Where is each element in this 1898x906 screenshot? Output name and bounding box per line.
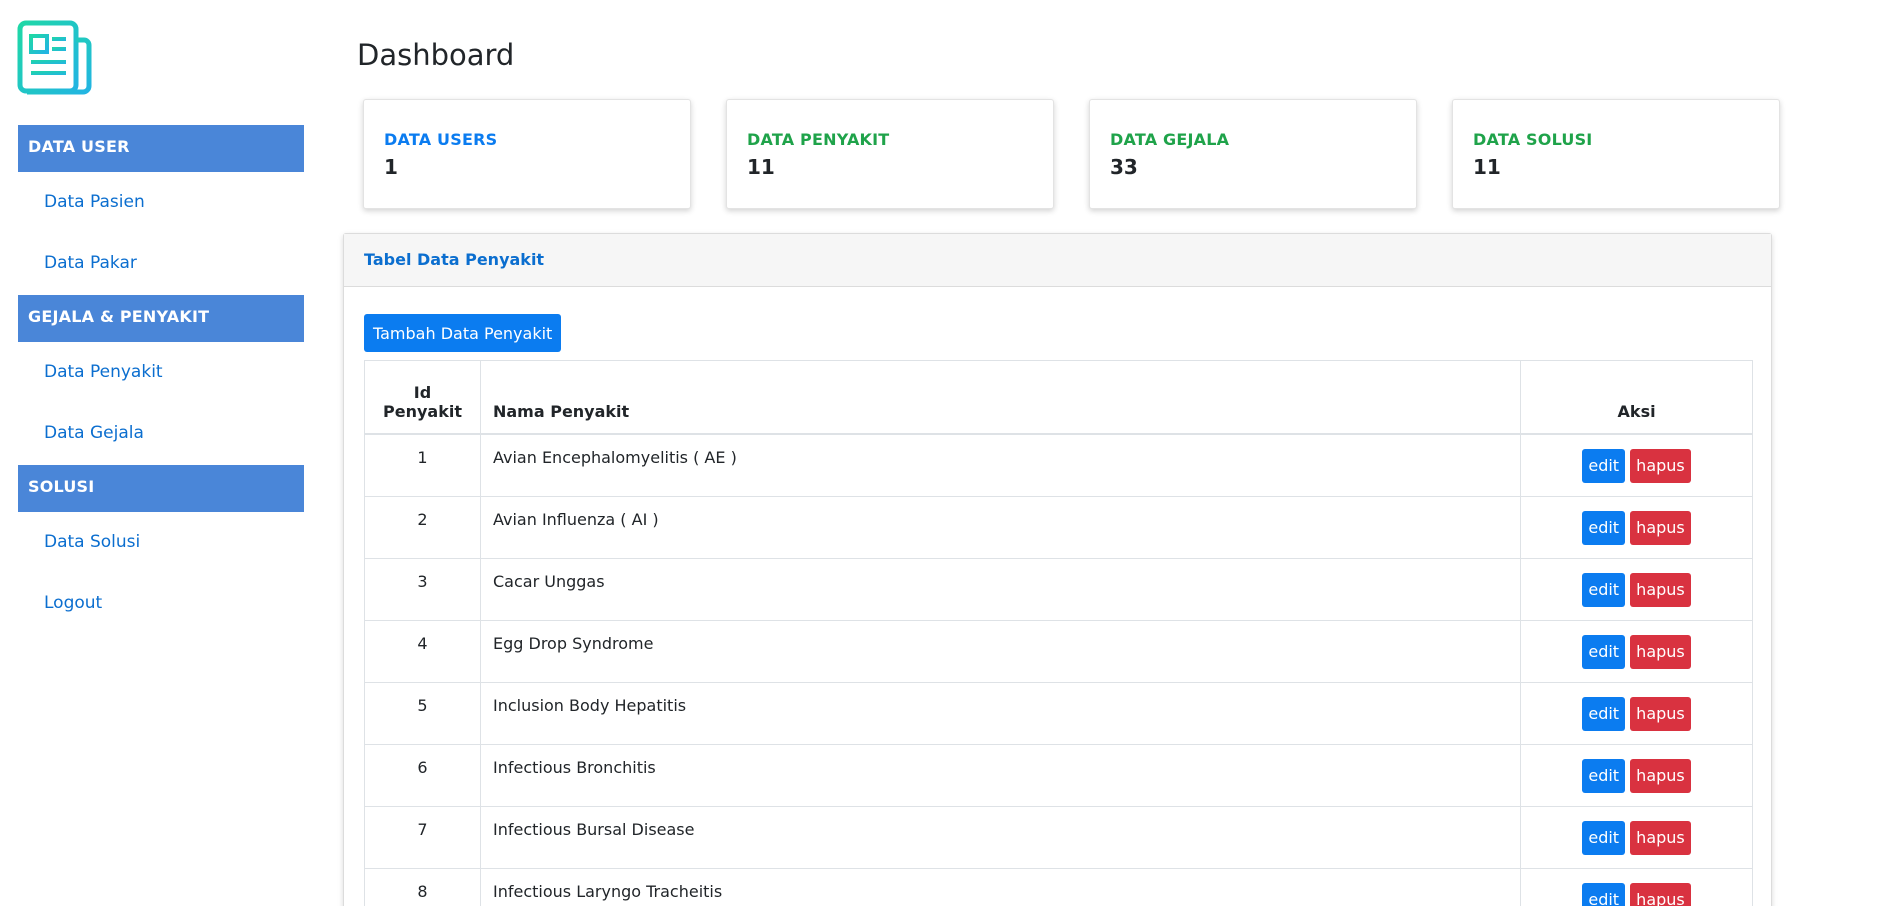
cell-id: 5 <box>364 681 481 745</box>
table-row: 5 Inclusion Body Hepatitis edit hapus <box>364 681 1753 745</box>
table-row: 3 Cacar Unggas edit hapus <box>364 557 1753 621</box>
table-row: 4 Egg Drop Syndrome edit hapus <box>364 619 1753 683</box>
cell-id: 3 <box>364 557 481 621</box>
table-row: 2 Avian Influenza ( AI ) edit hapus <box>364 495 1753 559</box>
panel-title: Tabel Data Penyakit <box>344 234 1771 287</box>
sidebar: DATA USER Data Pasien Data Pakar GEJALA … <box>0 0 320 906</box>
delete-button[interactable]: hapus <box>1630 758 1691 793</box>
column-header-aksi: Aksi <box>1520 360 1753 435</box>
cell-name: Egg Drop Syndrome <box>479 619 1522 683</box>
stat-card-data-solusi: DATA SOLUSI 11 <box>1452 99 1780 209</box>
cell-actions: edit hapus <box>1520 805 1753 869</box>
delete-button[interactable]: hapus <box>1630 820 1691 855</box>
table-row: 8 Infectious Laryngo Tracheitis edit hap… <box>364 867 1753 906</box>
delete-button[interactable]: hapus <box>1630 882 1691 906</box>
stat-label: DATA GEJALA <box>1110 130 1230 149</box>
sidebar-item-data-pakar[interactable]: Data Pakar <box>44 253 137 273</box>
cell-id: 2 <box>364 495 481 559</box>
cell-name: Inclusion Body Hepatitis <box>479 681 1522 745</box>
nav-header-data-user: DATA USER <box>18 125 304 172</box>
cell-name: Avian Influenza ( AI ) <box>479 495 1522 559</box>
stat-card-data-users: DATA USERS 1 <box>363 99 691 209</box>
cell-id: 7 <box>364 805 481 869</box>
sidebar-item-data-solusi[interactable]: Data Solusi <box>44 532 140 552</box>
edit-button[interactable]: edit <box>1582 820 1626 855</box>
add-penyakit-button[interactable]: Tambah Data Penyakit <box>364 314 562 352</box>
sidebar-item-data-pasien[interactable]: Data Pasien <box>44 192 145 212</box>
cell-name: Infectious Laryngo Tracheitis <box>479 867 1522 906</box>
delete-button[interactable]: hapus <box>1630 448 1691 483</box>
table-row: 1 Avian Encephalomyelitis ( AE ) edit ha… <box>364 433 1753 497</box>
cell-actions: edit hapus <box>1520 681 1753 745</box>
delete-button[interactable]: hapus <box>1630 696 1691 731</box>
edit-button[interactable]: edit <box>1582 882 1626 906</box>
nav-header-solusi: SOLUSI <box>18 465 304 512</box>
column-header-nama: Nama Penyakit <box>479 360 1522 435</box>
table-row: 7 Infectious Bursal Disease edit hapus <box>364 805 1753 869</box>
cell-actions: edit hapus <box>1520 557 1753 621</box>
cell-id: 8 <box>364 867 481 906</box>
cell-name: Cacar Unggas <box>479 557 1522 621</box>
edit-button[interactable]: edit <box>1582 448 1626 483</box>
delete-button[interactable]: hapus <box>1630 510 1691 545</box>
cell-actions: edit hapus <box>1520 743 1753 807</box>
edit-button[interactable]: edit <box>1582 510 1626 545</box>
stat-label: DATA SOLUSI <box>1473 130 1593 149</box>
sidebar-item-logout[interactable]: Logout <box>44 593 102 613</box>
delete-button[interactable]: hapus <box>1630 634 1691 669</box>
cell-name: Avian Encephalomyelitis ( AE ) <box>479 433 1522 497</box>
edit-button[interactable]: edit <box>1582 572 1626 607</box>
cell-actions: edit hapus <box>1520 867 1753 906</box>
nav-header-gejala-penyakit: GEJALA & PENYAKIT <box>18 295 304 342</box>
stat-value: 33 <box>1110 155 1138 179</box>
edit-button[interactable]: edit <box>1582 758 1626 793</box>
newspaper-icon[interactable] <box>17 20 93 96</box>
cell-actions: edit hapus <box>1520 619 1753 683</box>
cell-name: Infectious Bursal Disease <box>479 805 1522 869</box>
table-row: 6 Infectious Bronchitis edit hapus <box>364 743 1753 807</box>
delete-button[interactable]: hapus <box>1630 572 1691 607</box>
penyakit-table: Id Penyakit Nama Penyakit Aksi 1 Avian E… <box>364 360 1753 906</box>
sidebar-item-data-penyakit[interactable]: Data Penyakit <box>44 362 163 382</box>
stat-value: 11 <box>1473 155 1501 179</box>
edit-button[interactable]: edit <box>1582 696 1626 731</box>
stat-card-data-penyakit: DATA PENYAKIT 11 <box>726 99 1054 209</box>
page-title: Dashboard <box>357 38 515 72</box>
cell-id: 4 <box>364 619 481 683</box>
stat-label: DATA PENYAKIT <box>747 130 890 149</box>
table-header-row: Id Penyakit Nama Penyakit Aksi <box>364 360 1753 435</box>
edit-button[interactable]: edit <box>1582 634 1626 669</box>
stat-label: DATA USERS <box>384 130 498 149</box>
cell-actions: edit hapus <box>1520 495 1753 559</box>
cell-id: 1 <box>364 433 481 497</box>
stat-card-data-gejala: DATA GEJALA 33 <box>1089 99 1417 209</box>
sidebar-item-data-gejala[interactable]: Data Gejala <box>44 423 144 443</box>
cell-name: Infectious Bronchitis <box>479 743 1522 807</box>
cell-id: 6 <box>364 743 481 807</box>
column-header-id: Id Penyakit <box>364 360 481 435</box>
stat-value: 11 <box>747 155 775 179</box>
penyakit-table-panel: Tabel Data Penyakit Tambah Data Penyakit… <box>343 233 1772 906</box>
cell-actions: edit hapus <box>1520 433 1753 497</box>
stat-value: 1 <box>384 155 398 179</box>
